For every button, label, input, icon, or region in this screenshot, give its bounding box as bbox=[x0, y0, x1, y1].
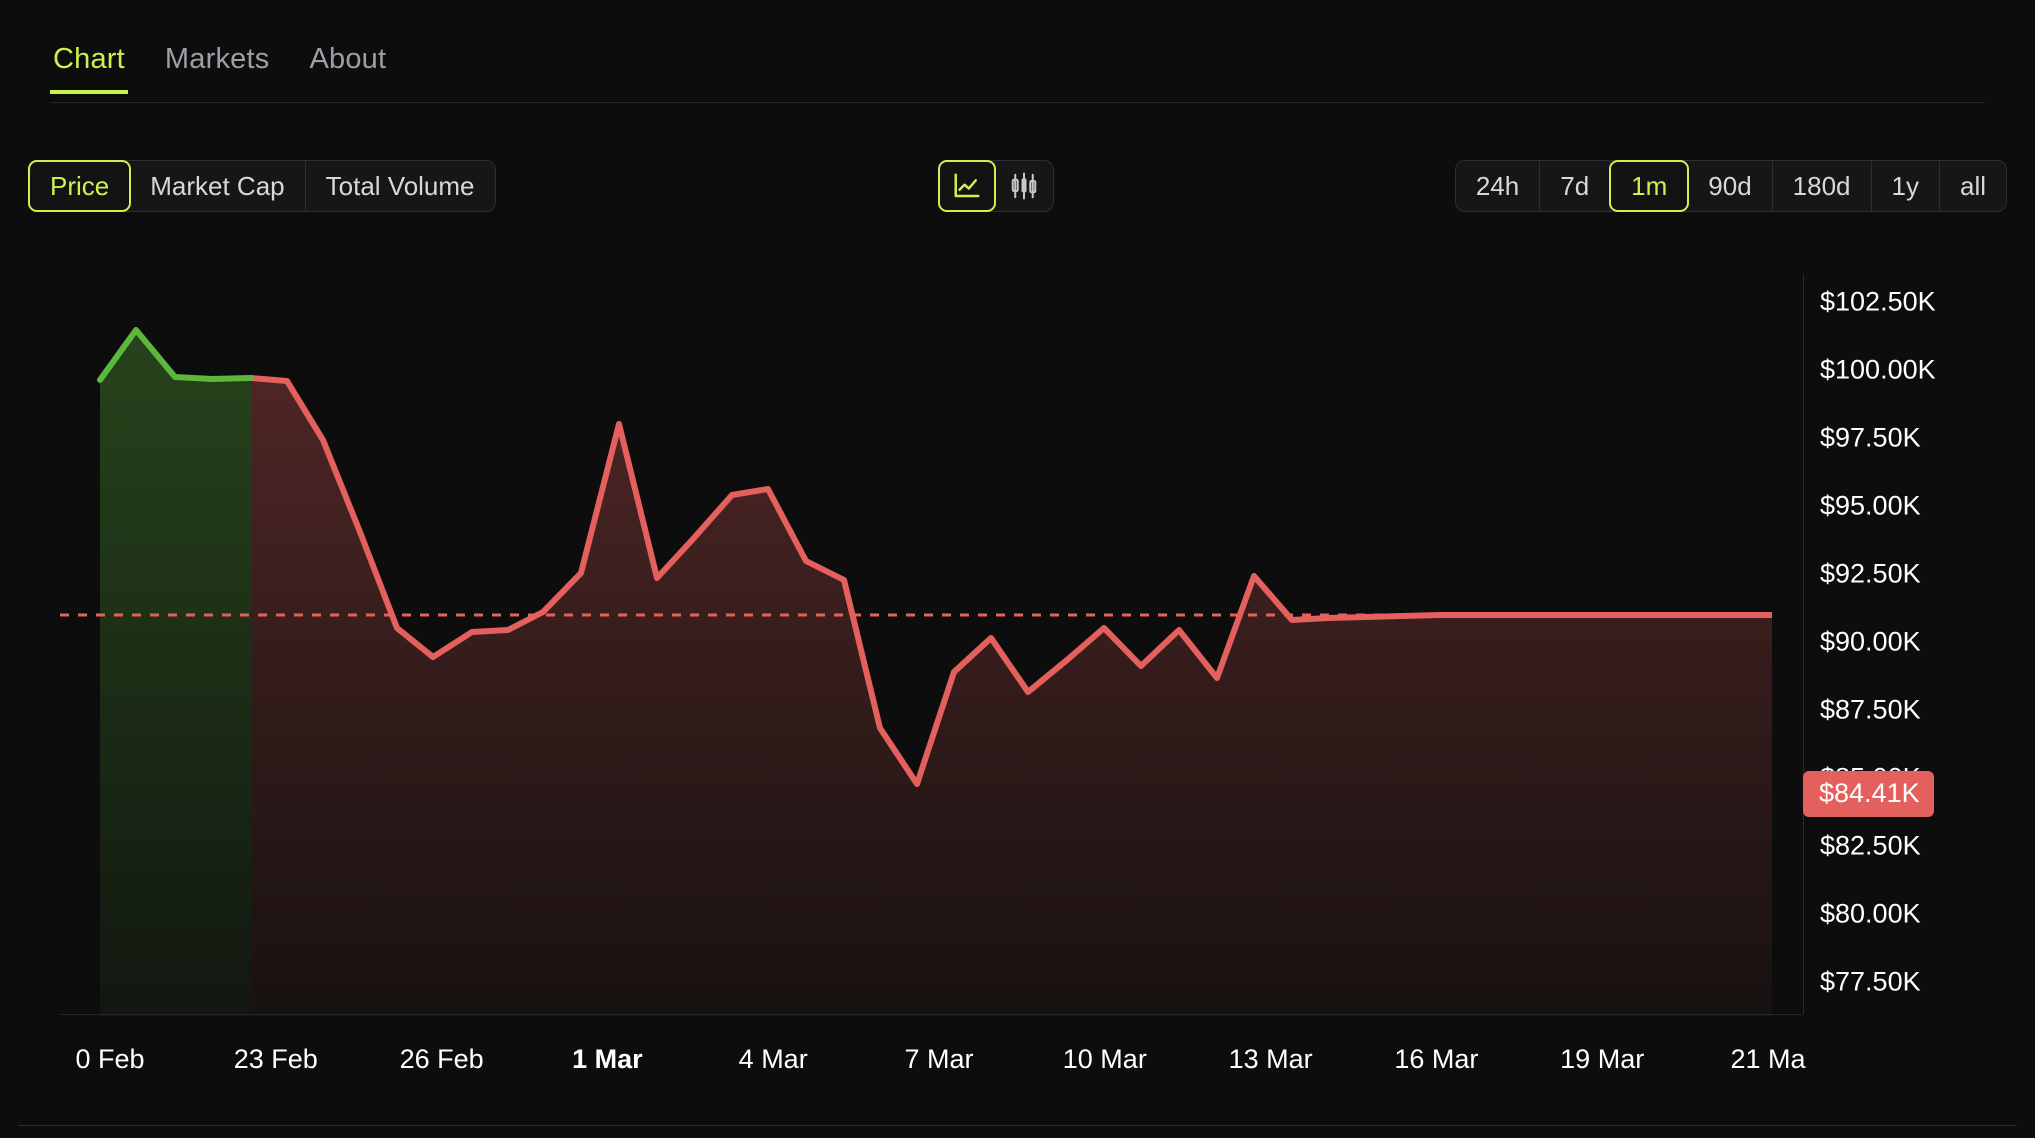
current-price-badge: $84.41K bbox=[1803, 771, 1934, 817]
range-button-7d[interactable]: 7d bbox=[1540, 161, 1610, 211]
area-fill-up bbox=[100, 330, 251, 1016]
time-range-toggle-group: 24h 7d 1m 90d 180d 1y all bbox=[1455, 160, 2007, 212]
area-fill-down bbox=[251, 378, 1772, 1016]
line-chart-icon bbox=[952, 171, 982, 201]
x-axis-tick-label: 19 Mar bbox=[1560, 1046, 1644, 1073]
x-axis-tick-label: 10 Mar bbox=[1063, 1046, 1147, 1073]
chart-type-toggle-group bbox=[938, 160, 1054, 212]
x-axis-tick-label: 7 Mar bbox=[904, 1046, 973, 1073]
range-button-1y[interactable]: 1y bbox=[1872, 161, 1940, 211]
metric-button-price[interactable]: Price bbox=[28, 160, 131, 212]
y-axis: $102.50K $100.00K $97.50K $95.00K $92.50K $90… bbox=[1820, 268, 2035, 1016]
range-button-180d[interactable]: 180d bbox=[1773, 161, 1872, 211]
y-axis-tick-label: $87.50K bbox=[1820, 697, 1921, 724]
chart-controls: Price Market Cap Total Volume bbox=[0, 160, 2035, 220]
y-axis-tick-label: $97.50K bbox=[1820, 425, 1921, 452]
price-line-svg bbox=[60, 268, 1772, 1016]
line-chart-icon-button[interactable] bbox=[938, 160, 996, 212]
candlestick-chart-icon bbox=[1009, 171, 1039, 201]
y-axis-tick-label: $90.00K bbox=[1820, 629, 1921, 656]
tab-about[interactable]: About bbox=[306, 45, 389, 90]
y-axis-tick-label: $95.00K bbox=[1820, 493, 1921, 520]
x-axis-tick-label: 16 Mar bbox=[1394, 1046, 1478, 1073]
x-axis-tick-label: 21 Ma bbox=[1730, 1046, 1805, 1073]
price-plot[interactable] bbox=[60, 268, 1772, 1016]
x-axis: 0 Feb 23 Feb 26 Feb 1 Mar 4 Mar 7 Mar 10 Mar 13… bbox=[0, 1046, 2035, 1092]
x-axis-tick-label: 4 Mar bbox=[739, 1046, 808, 1073]
x-axis-tick-label: 26 Feb bbox=[400, 1046, 484, 1073]
metric-toggle-group: Price Market Cap Total Volume bbox=[28, 160, 496, 212]
range-button-1m[interactable]: 1m bbox=[1609, 160, 1689, 212]
tab-chart[interactable]: Chart bbox=[50, 45, 128, 94]
range-button-all[interactable]: all bbox=[1940, 161, 2006, 211]
metric-button-market-cap[interactable]: Market Cap bbox=[130, 161, 305, 211]
x-axis-tick-label: 1 Mar bbox=[572, 1046, 643, 1073]
metric-button-total-volume[interactable]: Total Volume bbox=[306, 161, 495, 211]
x-axis-tick-label: 0 Feb bbox=[75, 1046, 144, 1073]
chart-container: $102.50K $100.00K $97.50K $95.00K $92.50K $90… bbox=[0, 268, 2035, 1068]
y-axis-tick-label: $100.00K bbox=[1820, 357, 1936, 384]
x-axis-tick-label: 23 Feb bbox=[234, 1046, 318, 1073]
y-axis-divider bbox=[1803, 274, 1804, 1014]
x-axis-line bbox=[60, 1014, 1803, 1015]
tab-markets[interactable]: Markets bbox=[162, 45, 273, 90]
page-bottom-divider bbox=[18, 1125, 2017, 1126]
y-axis-tick-label: $77.50K bbox=[1820, 969, 1921, 996]
range-button-24h[interactable]: 24h bbox=[1456, 161, 1540, 211]
y-axis-tick-label: $82.50K bbox=[1820, 833, 1921, 860]
range-button-90d[interactable]: 90d bbox=[1688, 161, 1772, 211]
price-chart-page: Chart Markets About Price Market Cap Tot… bbox=[0, 0, 2035, 1138]
candlestick-chart-icon-button[interactable] bbox=[995, 161, 1053, 211]
y-axis-tick-label: $80.00K bbox=[1820, 901, 1921, 928]
tab-bar: Chart Markets About bbox=[50, 45, 1985, 103]
y-axis-tick-label: $102.50K bbox=[1820, 289, 1936, 316]
x-axis-tick-label: 13 Mar bbox=[1229, 1046, 1313, 1073]
y-axis-tick-label: $92.50K bbox=[1820, 561, 1921, 588]
